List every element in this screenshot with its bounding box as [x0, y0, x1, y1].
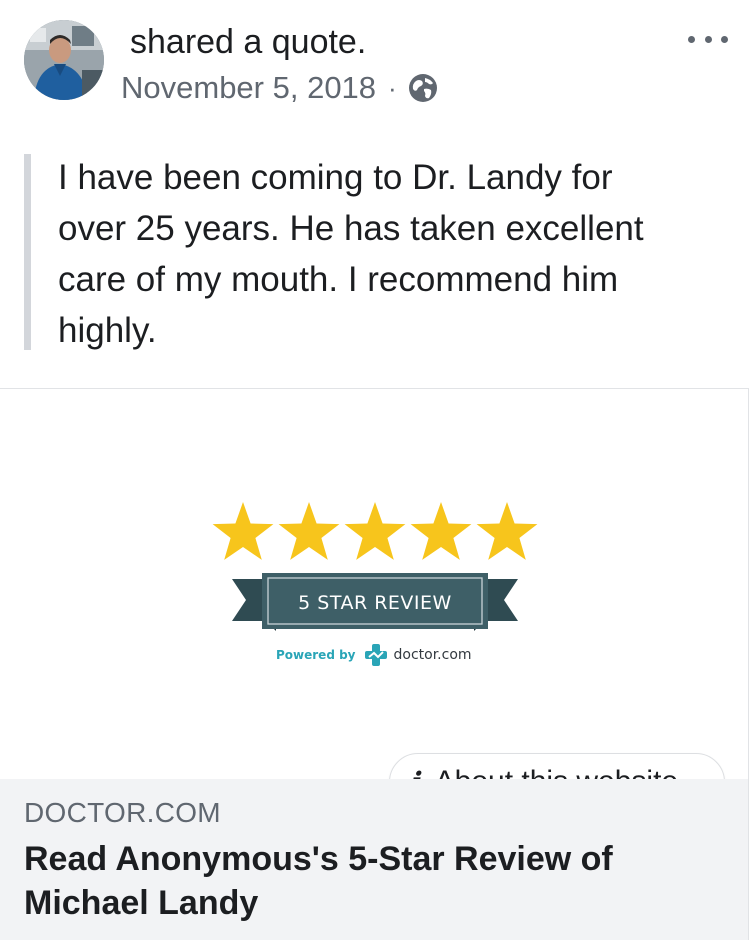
post-header: shared a quote. November 5, 2018 ·	[0, 0, 750, 120]
post-action-text: shared a quote.	[130, 23, 367, 61]
meta-separator: ·	[388, 72, 397, 103]
more-options-icon[interactable]	[688, 26, 728, 52]
star-icon	[476, 502, 538, 560]
more-dot	[688, 35, 695, 43]
link-preview-image[interactable]: 5 STAR REVIEW Powered by doctor.com	[0, 389, 748, 779]
quote-text: I have been coming to Dr. Landy for over…	[58, 158, 644, 350]
link-title[interactable]: Read Anonymous's 5-Star Review of Michae…	[24, 837, 704, 925]
brand-text: doctor.com	[393, 647, 472, 663]
stars-rating	[212, 502, 538, 560]
globe-icon[interactable]	[407, 72, 439, 104]
star-icon	[344, 502, 406, 560]
link-domain: DOCTOR.COM	[24, 797, 221, 828]
star-icon	[278, 502, 340, 560]
more-dot	[704, 35, 712, 43]
quote-bar	[24, 154, 31, 350]
powered-by-row: Powered by doctor.com	[276, 643, 472, 667]
post-date[interactable]: November 5, 2018	[121, 70, 376, 106]
more-dot	[721, 35, 728, 43]
avatar[interactable]	[24, 20, 104, 100]
powered-by-text: Powered by	[276, 648, 356, 662]
post-meta: November 5, 2018 ·	[121, 68, 439, 108]
star-icon	[212, 502, 274, 560]
doctor-com-logo-icon	[364, 644, 387, 666]
star-icon	[410, 502, 472, 560]
link-preview-card[interactable]: 5 STAR REVIEW Powered by doctor.com i Ab…	[0, 388, 749, 940]
link-preview-footer[interactable]: DOCTOR.COM Read Anonymous's 5-Star Revie…	[0, 779, 748, 940]
review-banner-text: 5 STAR REVIEW	[298, 592, 452, 614]
